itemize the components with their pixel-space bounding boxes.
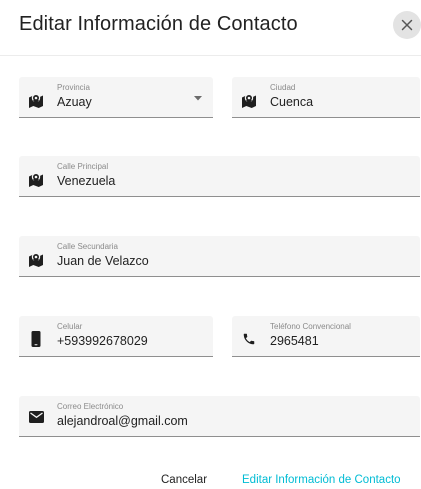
close-button[interactable]: [393, 11, 421, 39]
calle-principal-label: Calle Principal: [57, 162, 109, 171]
map-icon: [28, 251, 44, 267]
telefono-field[interactable]: Teléfono Convencional 2965481: [232, 316, 420, 357]
celular-field[interactable]: Celular +593992678029: [19, 316, 213, 357]
ciudad-label: Ciudad: [270, 83, 296, 92]
provincia-select[interactable]: Provincia Azuay: [19, 77, 213, 118]
ciudad-field[interactable]: Ciudad Cuenca: [232, 77, 420, 118]
telefono-label: Teléfono Convencional: [270, 322, 351, 331]
chevron-down-icon[interactable]: [192, 94, 204, 102]
provincia-value: Azuay: [57, 95, 92, 109]
save-contact-button[interactable]: Editar Información de Contacto: [242, 474, 401, 486]
map-icon: [28, 171, 44, 187]
dialog-title: Editar Información de Contacto: [19, 13, 298, 35]
close-icon: [401, 19, 413, 31]
email-icon: [28, 409, 44, 425]
calle-principal-field[interactable]: Calle Principal Venezuela: [19, 156, 420, 197]
telefono-value: 2965481: [270, 334, 319, 348]
cancel-button[interactable]: Cancelar: [161, 474, 207, 486]
celular-label: Celular: [57, 322, 83, 331]
celular-value: +593992678029: [57, 334, 148, 348]
provincia-label: Provincia: [57, 83, 90, 92]
phone-icon: [241, 331, 257, 347]
calle-secundaria-label: Calle Secundaria: [57, 242, 118, 251]
correo-field[interactable]: Correo Electrónico alejandroal@gmail.com: [19, 396, 420, 437]
calle-secundaria-field[interactable]: Calle Secundaria Juan de Velazco: [19, 236, 420, 277]
calle-secundaria-value: Juan de Velazco: [57, 254, 149, 268]
map-icon: [241, 92, 257, 108]
correo-value: alejandroal@gmail.com: [57, 414, 188, 428]
dialog-header: Editar Información de Contacto: [0, 0, 421, 56]
correo-label: Correo Electrónico: [57, 402, 124, 411]
map-icon: [28, 92, 44, 108]
calle-principal-value: Venezuela: [57, 174, 116, 188]
ciudad-value: Cuenca: [270, 95, 314, 109]
smartphone-icon: [28, 331, 44, 347]
